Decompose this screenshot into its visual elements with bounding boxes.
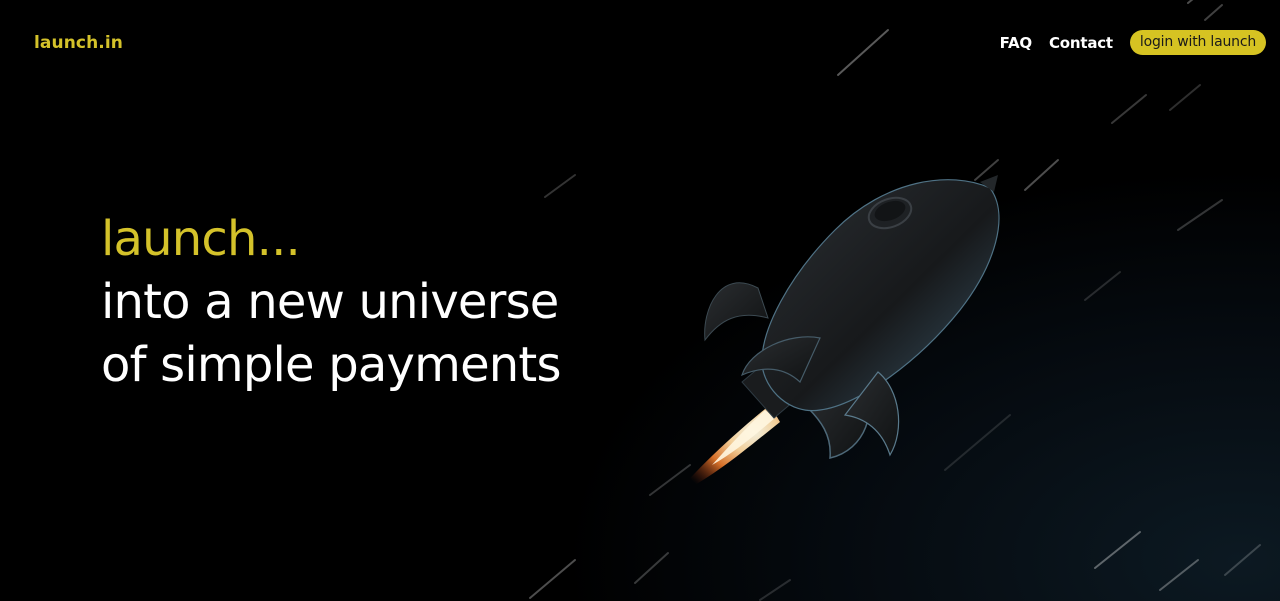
nav-contact-link[interactable]: Contact bbox=[1049, 34, 1113, 52]
nav-faq-link[interactable]: FAQ bbox=[1000, 34, 1032, 52]
hero-line-1: into a new universe bbox=[101, 274, 559, 330]
hero-heading: launch... into a new universe of simple … bbox=[101, 208, 561, 397]
rocket-icon bbox=[675, 175, 1000, 495]
hero-line-2: of simple payments bbox=[101, 337, 561, 393]
login-with-launch-button[interactable]: login with launch bbox=[1129, 30, 1266, 55]
hero-title-accent: launch... bbox=[101, 211, 301, 267]
landing-page: launch.in FAQ Contact login with launch … bbox=[0, 0, 1280, 601]
top-nav: FAQ Contact login with launch bbox=[1000, 30, 1266, 55]
logo-link[interactable]: launch.in bbox=[34, 33, 123, 53]
